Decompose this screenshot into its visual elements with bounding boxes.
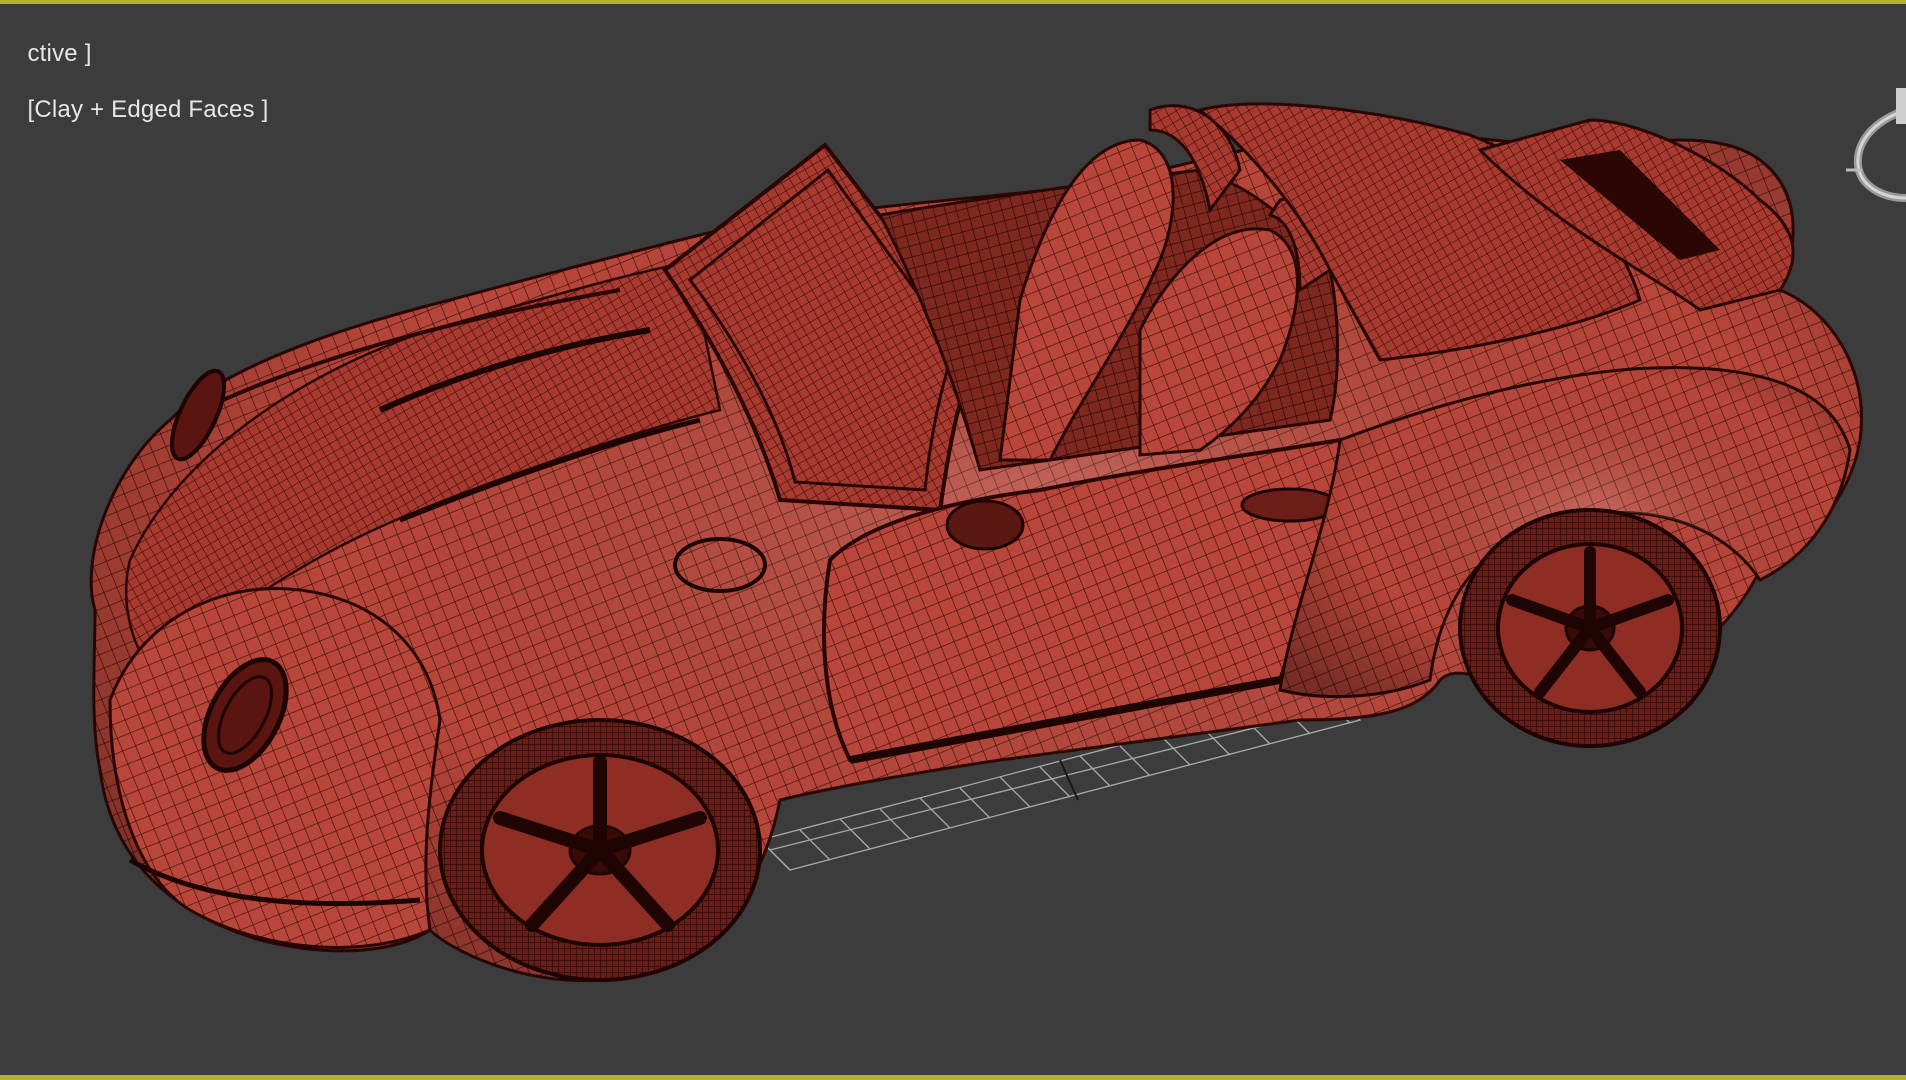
rear-wheel[interactable]	[1458, 508, 1722, 748]
perspective-viewport[interactable]: ctive ] [Clay + Edged Faces ]	[0, 0, 1906, 1080]
side-mirror[interactable]	[945, 499, 1025, 551]
scene-canvas[interactable]	[0, 0, 1906, 1080]
viewcube-ring-icon[interactable]	[1836, 80, 1906, 220]
car-front-bumper[interactable]	[108, 587, 442, 949]
car-model[interactable]	[89, 102, 1863, 982]
active-viewport-border-bottom	[0, 1075, 1906, 1080]
front-wheel[interactable]	[438, 718, 762, 982]
